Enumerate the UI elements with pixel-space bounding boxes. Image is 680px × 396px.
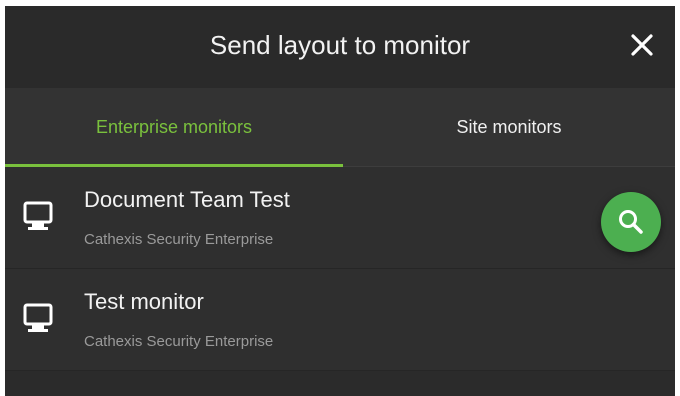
tab-enterprise-monitors[interactable]: Enterprise monitors xyxy=(5,88,343,166)
close-icon xyxy=(631,34,653,56)
search-icon xyxy=(619,210,643,234)
list-item[interactable]: Test monitor Cathexis Security Enterpris… xyxy=(5,269,675,371)
monitor-name: Test monitor xyxy=(84,289,204,314)
search-button[interactable] xyxy=(601,192,661,252)
dialog-title: Send layout to monitor xyxy=(209,30,471,60)
monitor-name: Document Team Test xyxy=(84,187,290,212)
tab-bar: Enterprise monitors Site monitors xyxy=(5,88,675,167)
monitor-subtitle: Cathexis Security Enterprise xyxy=(84,333,274,350)
send-layout-dialog: Send layout to monitor Enterprise monito… xyxy=(5,6,675,396)
dialog-header: Send layout to monitor xyxy=(5,6,675,88)
monitor-list: Document Team Test Cathexis Security Ent… xyxy=(5,167,675,371)
monitor-subtitle: Cathexis Security Enterprise xyxy=(84,231,274,248)
list-item[interactable]: Document Team Test Cathexis Security Ent… xyxy=(5,167,675,269)
close-button[interactable] xyxy=(627,30,657,60)
monitor-icon xyxy=(23,303,53,332)
tab-site-monitors[interactable]: Site monitors xyxy=(343,88,675,166)
monitor-icon xyxy=(23,201,53,230)
